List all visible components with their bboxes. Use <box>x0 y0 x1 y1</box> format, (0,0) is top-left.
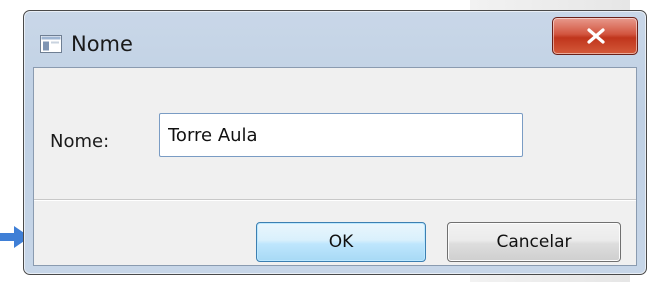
separator <box>34 199 636 201</box>
window-title: Nome <box>71 32 133 56</box>
cancel-button[interactable]: Cancelar <box>447 222 621 262</box>
title-bar[interactable]: Nome <box>24 11 646 67</box>
name-dialog: Nome Nome: OK Cancelar <box>23 10 647 275</box>
dialog-body: Nome: OK Cancelar <box>33 67 637 266</box>
name-label: Nome: <box>50 131 110 152</box>
ok-button[interactable]: OK <box>256 222 426 262</box>
name-input[interactable] <box>159 113 523 157</box>
close-button[interactable] <box>552 17 638 55</box>
window-app-icon <box>40 35 62 53</box>
close-icon <box>587 28 605 44</box>
